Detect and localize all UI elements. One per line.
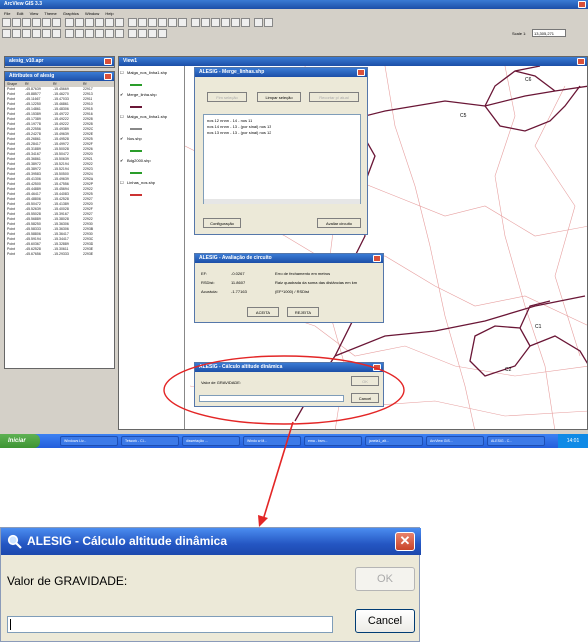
- gravity-input[interactable]: [7, 616, 333, 633]
- zoomed-title-bar: ALESIG - Cálculo altitude dinâmica: [1, 528, 421, 555]
- zoomed-altitude-dialog: ALESIG - Cálculo altitude dinâmica ✕ Val…: [0, 527, 421, 642]
- zoomed-title: ALESIG - Cálculo altitude dinâmica: [27, 534, 228, 548]
- ok-button[interactable]: OK: [355, 567, 415, 591]
- text-caret: [10, 619, 11, 630]
- zoomed-close-icon[interactable]: ✕: [395, 532, 415, 551]
- gravity-label: Valor de GRAVIDADE:: [7, 574, 128, 588]
- cancel-button[interactable]: Cancel: [355, 609, 415, 633]
- magnifier-icon: [7, 534, 22, 549]
